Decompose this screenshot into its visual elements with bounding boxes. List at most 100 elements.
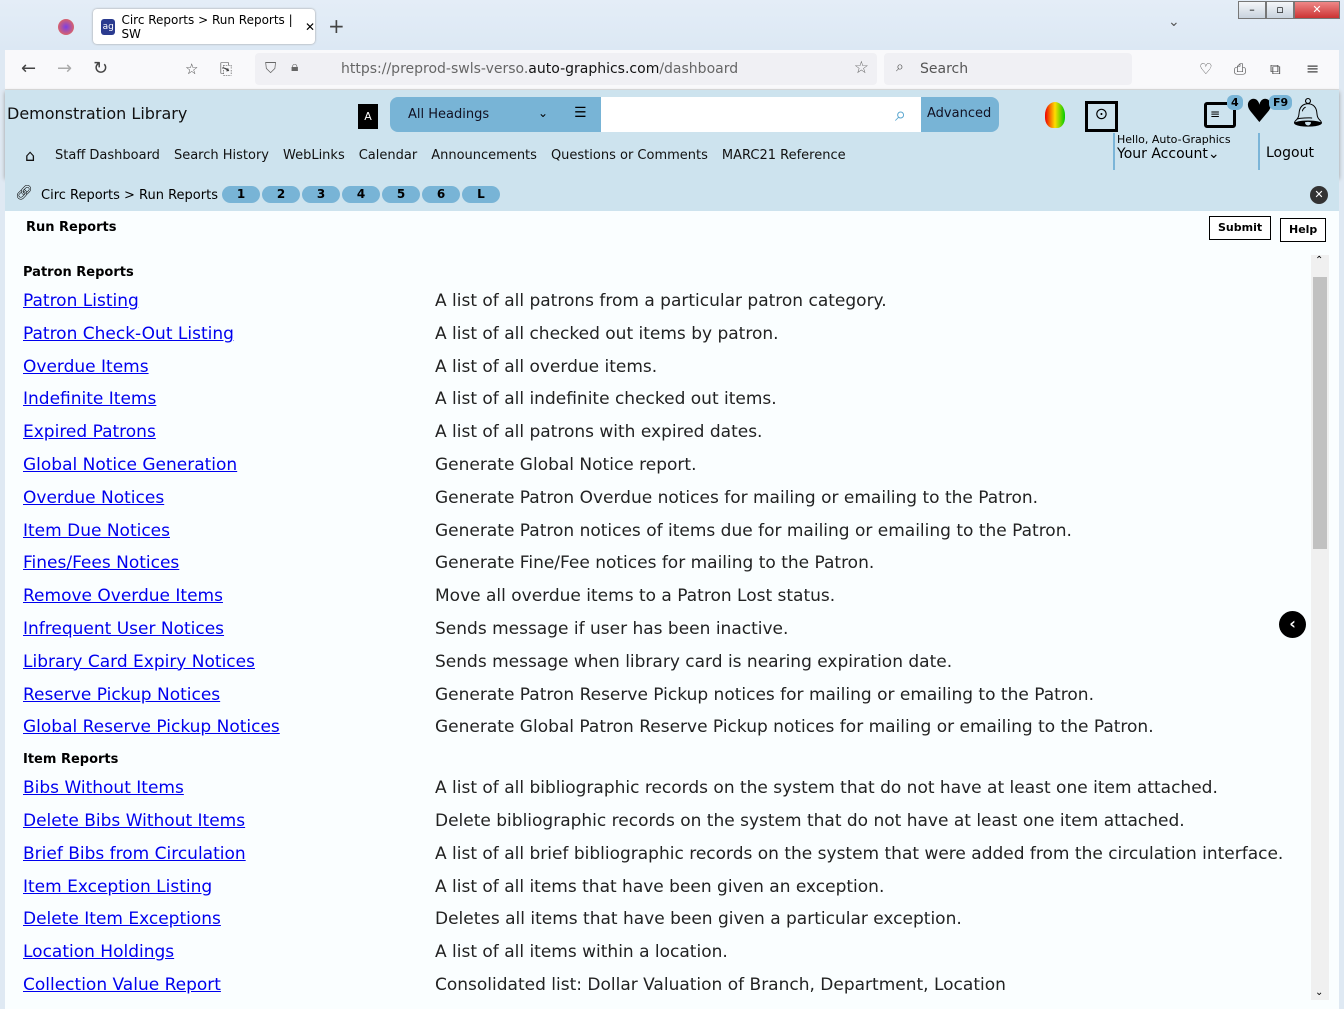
collapse-panel-icon[interactable]: ‹ <box>1279 611 1306 638</box>
menu-questions[interactable]: Questions or Comments <box>551 148 708 163</box>
menu-search-history[interactable]: Search History <box>174 148 269 163</box>
browser-search-field[interactable]: ⌕ Search <box>884 53 1132 85</box>
report-link[interactable]: Global Notice Generation <box>23 455 237 475</box>
pill-5[interactable]: 5 <box>382 186 420 203</box>
menu-staff-dashboard[interactable]: Staff Dashboard <box>55 148 160 163</box>
pill-l[interactable]: L <box>462 186 500 203</box>
menu-icon[interactable]: ≡ <box>1306 59 1319 78</box>
report-link[interactable]: Delete Item Exceptions <box>23 909 221 929</box>
greeting: Hello, Auto-Graphics <box>1117 133 1231 146</box>
report-link[interactable]: Indefinite Items <box>23 389 156 409</box>
forward-icon[interactable]: → <box>57 58 72 79</box>
extensions-icon[interactable]: ⧉ <box>1270 60 1281 78</box>
url-domain: auto-graphics.com <box>528 61 660 77</box>
menu-marc21-reference[interactable]: MARC21 Reference <box>722 148 846 163</box>
report-description: A list of all brief bibliographic record… <box>435 843 1284 864</box>
pill-6[interactable]: 6 <box>422 186 460 203</box>
logout-link[interactable]: Logout <box>1258 133 1314 170</box>
browser-tab[interactable]: ag Circ Reports > Run Reports | SW ✕ <box>93 9 315 44</box>
section-heading: Item Reports <box>23 752 119 768</box>
pill-3[interactable]: 3 <box>302 186 340 203</box>
report-description: A list of all items within a location. <box>435 942 728 963</box>
chevron-down-icon[interactable]: ⌄ <box>538 106 548 120</box>
scroll-up-icon[interactable]: ⌃ <box>1315 255 1323 266</box>
search-placeholder: Search <box>920 61 969 77</box>
new-tab-button[interactable]: + <box>328 14 345 38</box>
report-description: Deletes all items that have been given a… <box>435 909 962 930</box>
report-link[interactable]: Global Reserve Pickup Notices <box>23 717 280 737</box>
report-description: A list of all patrons from a particular … <box>435 291 887 311</box>
balloon-icon[interactable] <box>1045 102 1065 128</box>
report-link[interactable]: Expired Patrons <box>23 422 156 442</box>
report-description: Delete bibliographic records on the syst… <box>435 811 1185 831</box>
home-icon[interactable]: ⌂ <box>25 146 35 165</box>
report-link[interactable]: Library Card Expiry Notices <box>23 652 255 672</box>
url-bar[interactable]: ⛉ 🔒︎ https://preprod-swls-verso.auto-gra… <box>255 53 877 85</box>
search-icon[interactable]: ⌕ <box>895 102 906 126</box>
image-search-icon[interactable]: ⊙ <box>1085 101 1118 132</box>
maximize-button[interactable]: ▫ <box>1266 1 1294 19</box>
report-link[interactable]: Fines/Fees Notices <box>23 553 179 573</box>
submit-button[interactable]: Submit <box>1209 216 1272 240</box>
report-link[interactable]: Overdue Items <box>23 357 149 377</box>
scroll-down-icon[interactable]: ⌄ <box>1315 987 1323 998</box>
reload-icon[interactable]: ↻ <box>93 58 108 79</box>
menu-announcements[interactable]: Announcements <box>431 148 537 163</box>
chevron-down-icon: ⌄ <box>1207 146 1220 162</box>
report-link[interactable]: Patron Check-Out Listing <box>23 324 234 344</box>
lock-icon[interactable]: 🔒︎ <box>291 59 298 75</box>
report-link[interactable]: Location Holdings <box>23 942 174 962</box>
account-menu[interactable]: Hello, Auto-Graphics Your Account⌄ <box>1113 133 1231 170</box>
report-link[interactable]: Reserve Pickup Notices <box>23 685 220 705</box>
advanced-search-button[interactable]: Advanced <box>927 106 991 121</box>
report-link[interactable]: Delete Bibs Without Items <box>23 811 245 831</box>
report-description: Consolidated list: Dollar Valuation of B… <box>435 975 1006 995</box>
report-link[interactable]: Item Due Notices <box>23 521 170 541</box>
report-description: Generate Global Notice report. <box>435 455 697 475</box>
shield-icon[interactable]: ⛉ <box>265 59 276 77</box>
browser-tab-bar: ag Circ Reports > Run Reports | SW ✕ + ⌄… <box>0 0 1344 50</box>
print-icon[interactable]: ⎙ <box>1234 60 1246 78</box>
pill-4[interactable]: 4 <box>342 186 380 203</box>
scrollbar-thumb[interactable] <box>1313 277 1327 549</box>
pocket-icon[interactable]: ♡ <box>1199 60 1212 78</box>
search-input[interactable] <box>601 97 921 132</box>
bookmark-import-icon[interactable]: ☆ <box>185 60 198 78</box>
report-description: Generate Fine/Fee notices for mailing to… <box>435 553 875 574</box>
list-badge: 4 <box>1227 95 1243 110</box>
bell-icon[interactable]: 🔔︎ <box>1290 96 1326 129</box>
menu-calendar[interactable]: Calendar <box>359 148 417 163</box>
close-icon[interactable]: ✕ <box>1310 186 1328 204</box>
firefox-icon <box>58 19 74 35</box>
tab-title: Circ Reports > Run Reports | SW <box>121 12 293 41</box>
back-icon[interactable]: ← <box>21 58 36 79</box>
search-scope-select[interactable]: All Headings <box>408 107 489 122</box>
share-icon[interactable]: ⎘ <box>220 60 232 78</box>
language-icon[interactable]: A <box>358 104 378 129</box>
report-link[interactable]: Brief Bibs from Circulation <box>23 844 246 864</box>
scrollbar[interactable]: ⌃ ⌄ <box>1311 255 1329 1000</box>
report-link[interactable]: Item Exception Listing <box>23 877 212 897</box>
search-icon: ⌕ <box>896 59 904 75</box>
url-suffix: /dashboard <box>659 61 739 77</box>
report-link[interactable]: Collection Value Report <box>23 975 221 995</box>
site-favicon-icon: ag <box>101 18 116 35</box>
star-icon[interactable]: ☆ <box>854 58 869 78</box>
report-link[interactable]: Bibs Without Items <box>23 778 184 798</box>
account-label[interactable]: Your Account <box>1117 146 1208 162</box>
menu-weblinks[interactable]: WebLinks <box>283 148 345 163</box>
close-tab-icon[interactable]: ✕ <box>305 20 315 34</box>
pill-2[interactable]: 2 <box>262 186 300 203</box>
favorites-badge: F9 <box>1269 95 1293 110</box>
list-tabs-button[interactable]: ⌄ <box>1168 14 1180 30</box>
pill-1[interactable]: 1 <box>222 186 260 203</box>
help-button[interactable]: Help <box>1280 218 1327 242</box>
minimize-button[interactable]: – <box>1238 1 1266 19</box>
report-link[interactable]: Overdue Notices <box>23 488 164 508</box>
close-window-button[interactable]: ✕ <box>1294 1 1340 19</box>
breadcrumb-bar: 🔗︎ Circ Reports > Run Reports 123456L ✕ <box>5 177 1339 211</box>
report-link[interactable]: Infrequent User Notices <box>23 619 224 639</box>
report-link[interactable]: Remove Overdue Items <box>23 586 223 606</box>
database-icon[interactable]: ☰ <box>574 105 587 121</box>
report-link[interactable]: Patron Listing <box>23 291 139 311</box>
